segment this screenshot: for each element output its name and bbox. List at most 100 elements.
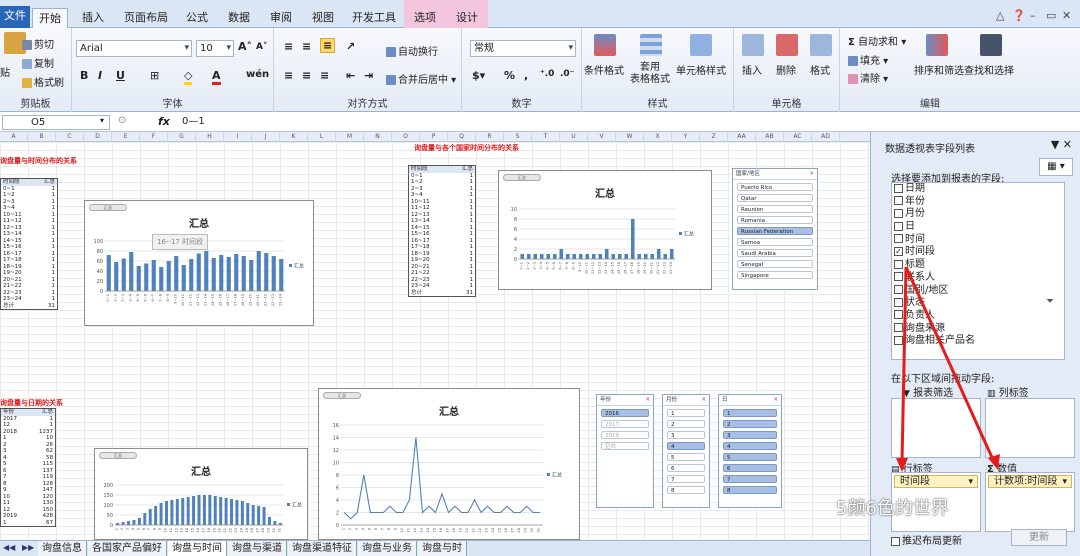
sort-filter-button[interactable]: 排序和筛选 (914, 62, 964, 77)
tab-home[interactable]: 开始 (32, 8, 68, 29)
insert-cells-button[interactable]: 插入 (742, 62, 762, 77)
slicer-item[interactable]: Qatar (737, 194, 813, 202)
tab-review[interactable]: 审阅 (264, 8, 298, 28)
restore-icon[interactable]: ▭ (1046, 9, 1056, 22)
tab-insert[interactable]: 插入 (76, 8, 110, 28)
slicer-item[interactable]: Senegal (737, 260, 813, 268)
bar[interactable] (224, 498, 228, 525)
align-top-icon[interactable]: ≡ (284, 40, 293, 53)
align-middle-icon[interactable]: ≡ (302, 40, 311, 53)
slicer-item[interactable]: 1 (723, 409, 777, 417)
bar[interactable] (241, 256, 246, 291)
column-header-cell[interactable]: V (588, 132, 616, 142)
column-header-cell[interactable]: AB (756, 132, 784, 142)
bar[interactable] (611, 254, 616, 259)
slicer-item[interactable]: 空白 (601, 442, 649, 450)
align-center-icon[interactable]: ≡ (302, 69, 311, 82)
sheet-tab[interactable]: 询盘与渠道 (228, 541, 287, 556)
bar[interactable] (202, 495, 206, 525)
bar[interactable] (181, 498, 185, 525)
bar[interactable] (219, 255, 224, 291)
bar[interactable] (267, 517, 271, 525)
slicer-item[interactable]: Romania (737, 216, 813, 224)
name-box[interactable]: O5 (2, 115, 110, 130)
column-header-cell[interactable]: D (84, 132, 112, 142)
bar[interactable] (144, 263, 149, 292)
bold-button[interactable]: B (80, 69, 88, 82)
sheet-tab[interactable]: 询盘信息 (38, 541, 87, 556)
wrap-text-button[interactable]: 自动换行 (386, 43, 438, 58)
close-icon[interactable]: ✕ (1062, 9, 1071, 22)
clear-filter-icon[interactable]: ✕ (701, 395, 706, 406)
cut-button[interactable]: 剪切 (22, 36, 54, 51)
clear-filter-icon[interactable]: ✕ (645, 395, 650, 406)
column-header-cell[interactable]: I (224, 132, 252, 142)
fill-color-icon[interactable]: ◇ (184, 69, 193, 85)
tab-developer[interactable]: 开发工具 (346, 8, 402, 28)
align-bottom-icon[interactable]: ≡ (320, 38, 336, 53)
slicer-item[interactable]: Puerto Rico (737, 183, 813, 191)
cell-style-button[interactable]: 单元格样式 (676, 62, 726, 77)
increase-decimal-icon[interactable]: ⁺.0 (540, 69, 554, 79)
italic-button[interactable]: I (98, 69, 102, 82)
bar[interactable] (211, 258, 216, 291)
fill-button[interactable]: 填充 ▾ (848, 52, 888, 67)
number-format-combo[interactable]: 常规 (470, 40, 576, 57)
column-header-cell[interactable]: P (420, 132, 448, 142)
bar[interactable] (175, 499, 179, 525)
bar[interactable] (539, 254, 544, 259)
bar[interactable] (189, 259, 194, 291)
bar[interactable] (170, 500, 174, 525)
bar[interactable] (552, 254, 557, 259)
bar[interactable] (273, 521, 277, 525)
bar[interactable] (208, 495, 212, 525)
font-color-icon[interactable]: A (212, 69, 221, 85)
column-header-cell[interactable]: X (644, 132, 672, 142)
bar[interactable] (166, 261, 171, 291)
formula-expand-icon[interactable]: ⊙ (118, 115, 126, 126)
bar[interactable] (186, 497, 190, 525)
chart-date-bars[interactable]: 汇总 汇总 0 50 100 150 200 1 2 3 4 5 6 7 8 9 10 11 12 13 14 15 1… (94, 448, 308, 540)
slicer-item[interactable]: 8 (667, 486, 705, 494)
tab-data[interactable]: 数据 (222, 8, 256, 28)
bar[interactable] (520, 254, 525, 259)
pivot-table-country[interactable]: 时间段 汇总 0~1 1 1~2 1 2~3 1 3~4 1 10~11 1 11~12 1 12~13 1 1… (408, 165, 476, 297)
column-header-cell[interactable]: R (476, 132, 504, 142)
bar[interactable] (136, 266, 141, 291)
column-header-cell[interactable]: AD (812, 132, 840, 142)
column-header-cell[interactable]: N (364, 132, 392, 142)
bar[interactable] (235, 500, 239, 525)
column-header-cell[interactable]: E (112, 132, 140, 142)
column-header-cell[interactable]: J (252, 132, 280, 142)
bar[interactable] (604, 249, 609, 259)
slicer-item[interactable]: 2019 (601, 431, 649, 439)
comma-button[interactable]: , (524, 69, 528, 82)
table-row[interactable]: 1 67 (1, 520, 55, 527)
bar[interactable] (598, 254, 603, 259)
table-format-button[interactable]: 套用 表格格式 (630, 62, 670, 86)
border-icon[interactable]: ⊞ (150, 69, 159, 82)
pivot-table-date[interactable]: 年份 汇总 2017 1 12 1 2018 1237 1 10 2 26 3 62 4 58 5 115 6 137… (0, 408, 56, 527)
bar[interactable] (669, 249, 674, 259)
column-header-cell[interactable]: K (280, 132, 308, 142)
column-header-cell[interactable]: Y (672, 132, 700, 142)
slicer-item[interactable]: 2 (723, 420, 777, 428)
bar[interactable] (572, 254, 577, 259)
column-header-cell[interactable]: O (392, 132, 420, 142)
indent-decrease-icon[interactable]: ⇤ (346, 69, 355, 82)
slicer-item[interactable]: 7 (723, 475, 777, 483)
sheet-tab[interactable]: 询盘与业务 (358, 541, 417, 556)
font-size-combo[interactable]: 10 (196, 40, 234, 57)
slicer-item[interactable]: 3 (723, 431, 777, 439)
bar[interactable] (181, 265, 186, 291)
bar[interactable] (663, 254, 668, 259)
column-header-cell[interactable]: B (28, 132, 56, 142)
grow-font-icon[interactable]: A˄ (238, 40, 252, 53)
slicer-item[interactable]: Samoa (737, 238, 813, 246)
sheet-tab[interactable]: 询盘与时间 (168, 541, 227, 556)
help-icon[interactable]: ❓ (1012, 9, 1026, 22)
tab-page-layout[interactable]: 页面布局 (118, 8, 174, 28)
column-header-cell[interactable]: Q (448, 132, 476, 142)
bar[interactable] (226, 257, 231, 291)
bar[interactable] (262, 507, 266, 525)
